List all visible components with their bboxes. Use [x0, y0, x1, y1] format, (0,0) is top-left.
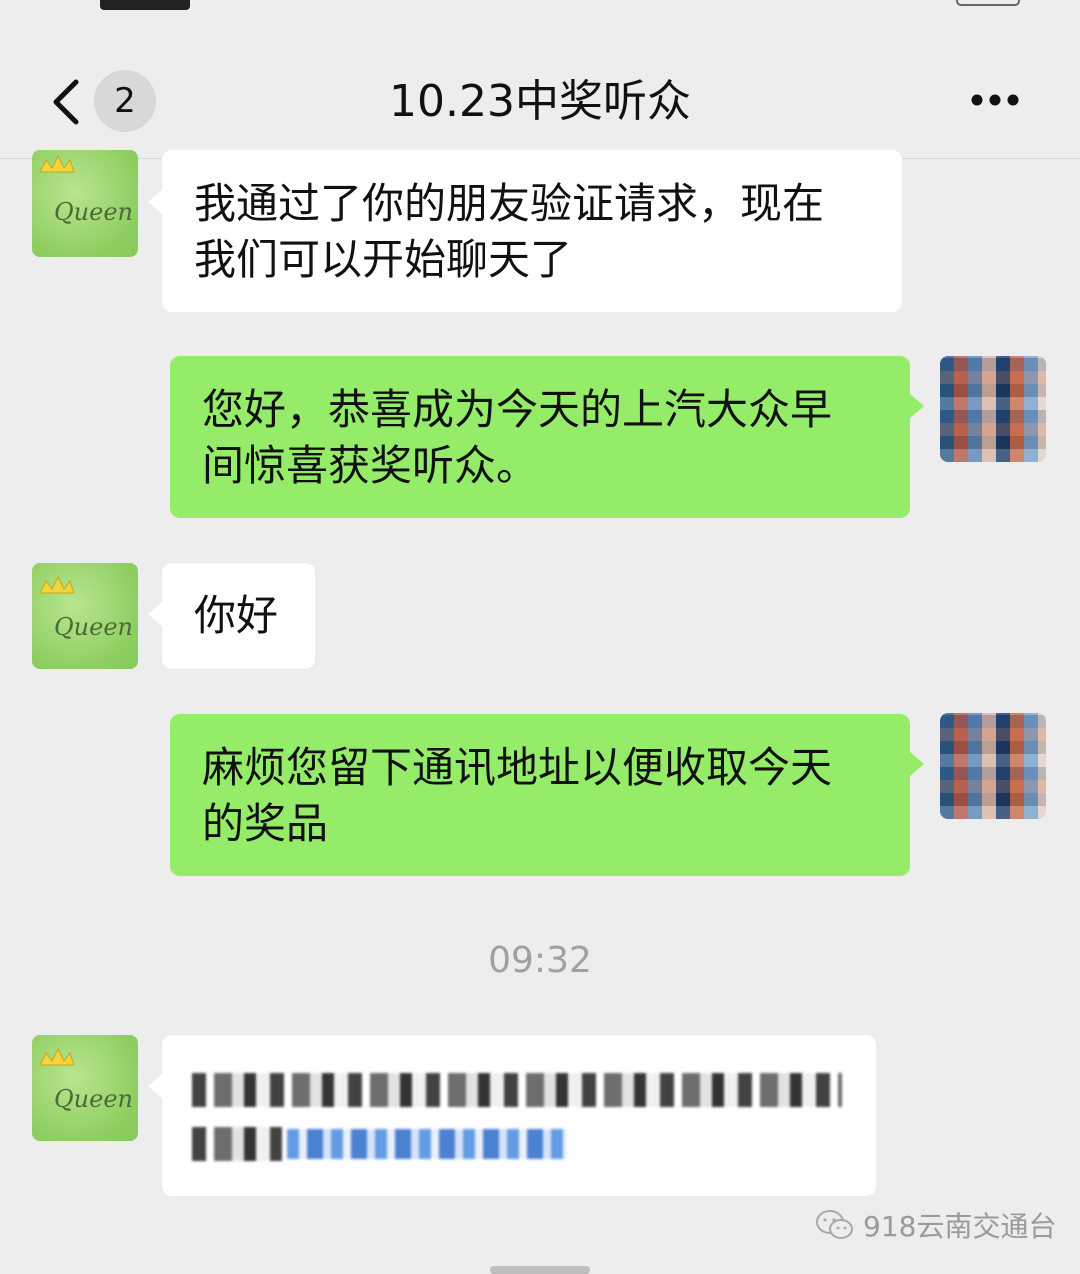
svg-text:Queen: Queen: [54, 198, 133, 226]
svg-text:Queen: Queen: [54, 613, 133, 641]
redacted-text: [192, 1127, 282, 1161]
bubble-tail: [148, 1074, 162, 1098]
watermark-text: 918云南交通台: [863, 1210, 1057, 1243]
redacted-link[interactable]: [287, 1129, 567, 1159]
chat-header: 2 10.23中奖听众: [0, 40, 1080, 159]
watermark: 918云南交通台: [815, 1205, 1056, 1245]
contact-avatar[interactable]: Queen: [32, 150, 138, 257]
unread-badge[interactable]: 2: [94, 70, 156, 132]
bubble-tail: [148, 190, 162, 214]
queen-logo-icon: Queen: [39, 154, 133, 226]
more-icon: [971, 94, 1019, 106]
more-button[interactable]: [960, 70, 1030, 130]
message-text: 你好: [194, 591, 279, 640]
message-text-line: 您好，恭喜成为今天的上汽大众早: [202, 385, 833, 434]
bubble-tail: [148, 602, 162, 626]
status-icons: [830, 0, 1020, 10]
message-text-line: 我们可以开始聊天了: [194, 235, 573, 284]
avatar-pixelation: [940, 356, 1046, 462]
avatar-pixelation: [940, 713, 1046, 819]
bubble-tail: [910, 752, 924, 776]
queen-logo-icon: Queen: [39, 575, 133, 641]
message-bubble-incoming[interactable]: 我通过了你的朋友验证请求，现在 我们可以开始聊天了: [162, 150, 902, 312]
self-avatar[interactable]: [940, 713, 1046, 819]
self-avatar[interactable]: [940, 356, 1046, 462]
bubble-tail: [910, 394, 924, 418]
message-text-line: 的奖品: [202, 799, 329, 848]
message-text-line: 麻烦您留下通讯地址以便收取今天: [202, 743, 833, 792]
message-bubble-outgoing[interactable]: 您好，恭喜成为今天的上汽大众早 间惊喜获奖听众。: [170, 356, 910, 518]
back-button[interactable]: [40, 72, 90, 132]
message-text-line: 我通过了你的朋友验证请求，现在: [194, 179, 825, 228]
chat-title: 10.23中奖听众: [389, 76, 691, 127]
contact-avatar[interactable]: Queen: [32, 1035, 138, 1141]
message-bubble-incoming[interactable]: 你好: [162, 563, 315, 669]
wechat-icon: [816, 1210, 853, 1239]
contact-avatar[interactable]: Queen: [32, 563, 138, 669]
message-timestamp: 09:32: [488, 940, 592, 981]
message-text-line: 间惊喜获奖听众。: [202, 441, 539, 490]
chevron-left-icon: [53, 79, 79, 125]
battery-icon: [956, 0, 1020, 6]
message-bubble-outgoing[interactable]: 麻烦您留下通讯地址以便收取今天 的奖品: [170, 714, 910, 876]
queen-logo-icon: Queen: [39, 1047, 133, 1113]
status-time: [100, 0, 190, 10]
redacted-text: [192, 1073, 842, 1107]
status-bar: [0, 0, 1080, 40]
svg-text:Queen: Queen: [54, 1085, 133, 1113]
message-bubble-incoming-redacted[interactable]: [162, 1035, 876, 1196]
